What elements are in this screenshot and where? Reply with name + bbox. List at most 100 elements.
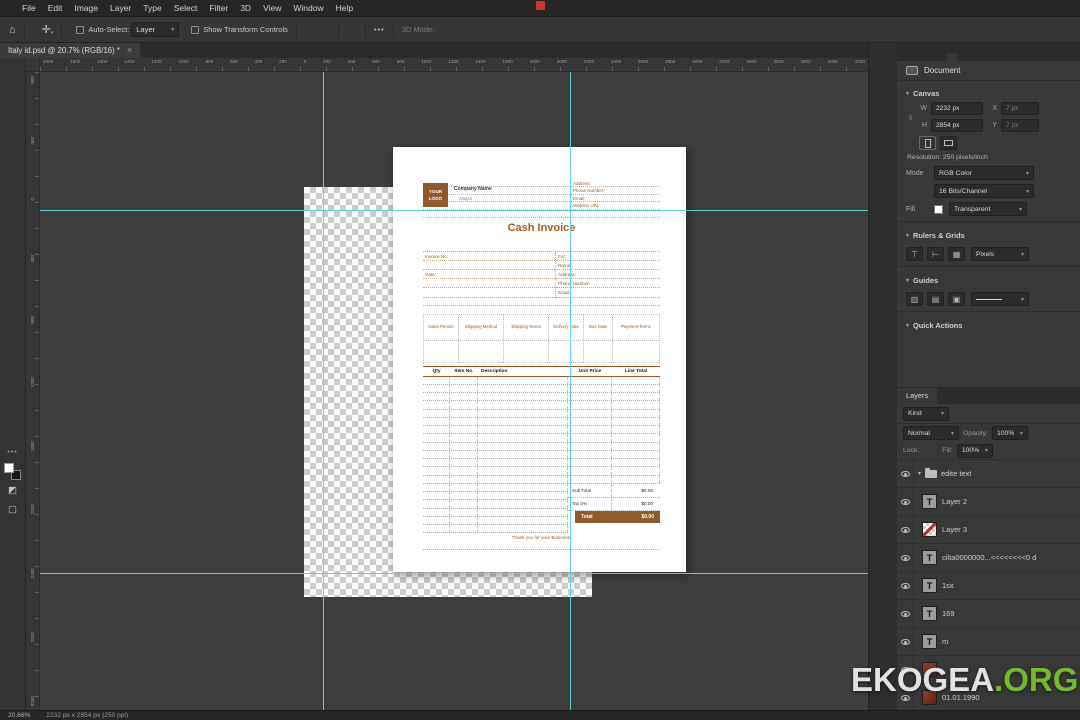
zoom-tool[interactable]: [3, 428, 23, 442]
bit-depth-dropdown[interactable]: 16 Bits/Channel: [934, 184, 1034, 198]
healing-brush-tool[interactable]: [3, 177, 23, 191]
fill-swatch[interactable]: [934, 204, 943, 214]
vertical-ruler[interactable]: 800 400 0 400 800 1200 1600 2000 2400 2800 3200: [26, 72, 40, 710]
dodge-tool[interactable]: [3, 312, 23, 326]
guides-section-header[interactable]: ▾ Guides: [906, 272, 1071, 288]
tab-properties[interactable]: [947, 53, 957, 61]
layer-row[interactable]: ▾: [897, 656, 1080, 684]
tab-swatches[interactable]: [897, 53, 907, 61]
quick-actions-section-header[interactable]: ▾ Quick Actions: [906, 317, 1071, 333]
layer-row[interactable]: ▾ edite text: [897, 460, 1080, 488]
color-swatches[interactable]: [4, 462, 21, 480]
eyedropper-tool[interactable]: [3, 157, 23, 171]
blend-mode-dropdown[interactable]: Normal: [903, 426, 959, 440]
layer-row[interactable]: ▾ 01.01.1990: [897, 684, 1080, 710]
marquee-tool[interactable]: [3, 80, 23, 94]
rulers-grids-section-header[interactable]: ▾ Rulers & Grids: [906, 227, 1071, 243]
landscape-orientation-button[interactable]: [940, 136, 957, 150]
quick-selection-tool[interactable]: [3, 119, 23, 133]
pen-tool[interactable]: [3, 331, 23, 345]
layer-fill-dropdown[interactable]: 100%: [956, 443, 993, 458]
layer-thumbnail[interactable]: T: [922, 494, 937, 509]
layer-thumbnail[interactable]: T: [922, 634, 937, 649]
menu-item[interactable]: Layer: [104, 0, 137, 17]
canvas-section-header[interactable]: ▾ Canvas: [906, 85, 1071, 101]
y-field[interactable]: 7 px: [1001, 119, 1039, 132]
menu-item[interactable]: View: [257, 0, 287, 17]
clone-stamp-tool[interactable]: [3, 215, 23, 229]
tab-close-icon[interactable]: ×: [127, 46, 132, 55]
menu-item[interactable]: File: [16, 0, 42, 17]
visibility-toggle[interactable]: [897, 656, 914, 683]
portrait-orientation-button[interactable]: [919, 136, 936, 150]
tab-histogram[interactable]: [927, 53, 937, 61]
tab-patterns[interactable]: [917, 53, 927, 61]
guide-horizontal[interactable]: [40, 573, 868, 574]
layer-name[interactable]: 1sx: [942, 581, 954, 590]
layer-row[interactable]: ▾ T 169: [897, 600, 1080, 628]
document-tab[interactable]: Italy id.psd @ 20.7% (RGB/16) * ×: [0, 43, 141, 58]
visibility-toggle[interactable]: [897, 544, 914, 571]
layer-name[interactable]: 169: [942, 609, 955, 618]
type-tool[interactable]: [3, 350, 23, 364]
ruler-origin-button[interactable]: ⊢: [927, 247, 944, 261]
layer-name[interactable]: 01.01.1990: [942, 693, 980, 702]
visibility-toggle[interactable]: [897, 628, 914, 655]
color-mode-dropdown[interactable]: RGB Color: [934, 166, 1034, 180]
guide-style-dropdown[interactable]: [971, 292, 1029, 306]
zoom-level[interactable]: 20.66%: [0, 712, 30, 719]
x-field[interactable]: 7 px: [1001, 102, 1039, 115]
screen-mode-button[interactable]: ▢: [3, 503, 23, 517]
menu-item[interactable]: 3D: [234, 0, 257, 17]
canvas-area[interactable]: Address: Phone Number: Email: Website UR…: [40, 72, 868, 710]
menu-item[interactable]: Select: [168, 0, 204, 17]
guide-vertical[interactable]: [323, 72, 324, 710]
quick-mask-button[interactable]: ◩: [3, 484, 23, 498]
tab-gradients[interactable]: [907, 53, 917, 61]
crop-tool[interactable]: [3, 138, 23, 152]
layer-thumbnail[interactable]: [922, 662, 937, 677]
layer-row[interactable]: ▾ T cilta0000000...<<<<<<<<0 d: [897, 544, 1080, 572]
eraser-tool[interactable]: [3, 254, 23, 268]
menu-item[interactable]: Image: [68, 0, 104, 17]
menu-item[interactable]: Window: [287, 0, 329, 17]
foreground-color-swatch[interactable]: [4, 462, 14, 473]
layer-thumbnail[interactable]: T: [922, 550, 937, 565]
move-tool-preset-icon[interactable]: ✛▾: [42, 23, 54, 36]
opacity-dropdown[interactable]: 100%: [991, 426, 1028, 440]
edit-toolbar-button[interactable]: •••: [7, 449, 17, 456]
move-tool[interactable]: [3, 61, 23, 75]
layer-name[interactable]: edite text: [941, 469, 971, 478]
tab-actions[interactable]: [937, 53, 947, 61]
toggle-grid-button[interactable]: ▦: [948, 247, 965, 261]
menu-item[interactable]: Filter: [203, 0, 234, 17]
layer-thumbnail[interactable]: [922, 690, 937, 705]
layer-name[interactable]: Layer 3: [942, 525, 967, 534]
visibility-toggle[interactable]: [897, 488, 914, 515]
layer-row[interactable]: ▾ T m: [897, 628, 1080, 656]
visibility-toggle[interactable]: [897, 460, 914, 487]
layer-row[interactable]: ▾ T 1sx: [897, 572, 1080, 600]
auto-select-checkbox[interactable]: [76, 25, 85, 34]
more-options-button[interactable]: •••: [374, 25, 385, 34]
menu-item[interactable]: Help: [330, 0, 359, 17]
new-guide-layout-button[interactable]: ▥: [906, 292, 923, 306]
visibility-toggle[interactable]: [897, 516, 914, 543]
layer-row[interactable]: ▾ T Layer 2: [897, 488, 1080, 516]
layer-filter-dropdown[interactable]: Kind: [903, 406, 949, 421]
link-dimensions-icon[interactable]: ∞: [907, 113, 914, 121]
layer-name[interactable]: m: [942, 637, 948, 646]
auto-select-dropdown[interactable]: Layer: [131, 22, 180, 37]
layer-thumbnail[interactable]: T: [922, 606, 937, 621]
horizontal-ruler[interactable]: 2000 1800 1600 1400 1200 1000 800 600 400 200 0 200…: [40, 58, 868, 72]
home-icon[interactable]: ⌂: [9, 24, 16, 36]
visibility-toggle[interactable]: [897, 684, 914, 710]
layer-thumbnail[interactable]: [922, 522, 937, 537]
rectangle-tool[interactable]: [3, 389, 23, 403]
hand-tool[interactable]: [3, 408, 23, 422]
guide-vertical[interactable]: [570, 72, 571, 710]
fill-dropdown[interactable]: Transparent: [949, 202, 1027, 216]
height-field[interactable]: 2854 px: [931, 119, 983, 132]
menu-item[interactable]: Edit: [42, 0, 69, 17]
brush-tool[interactable]: [3, 196, 23, 210]
